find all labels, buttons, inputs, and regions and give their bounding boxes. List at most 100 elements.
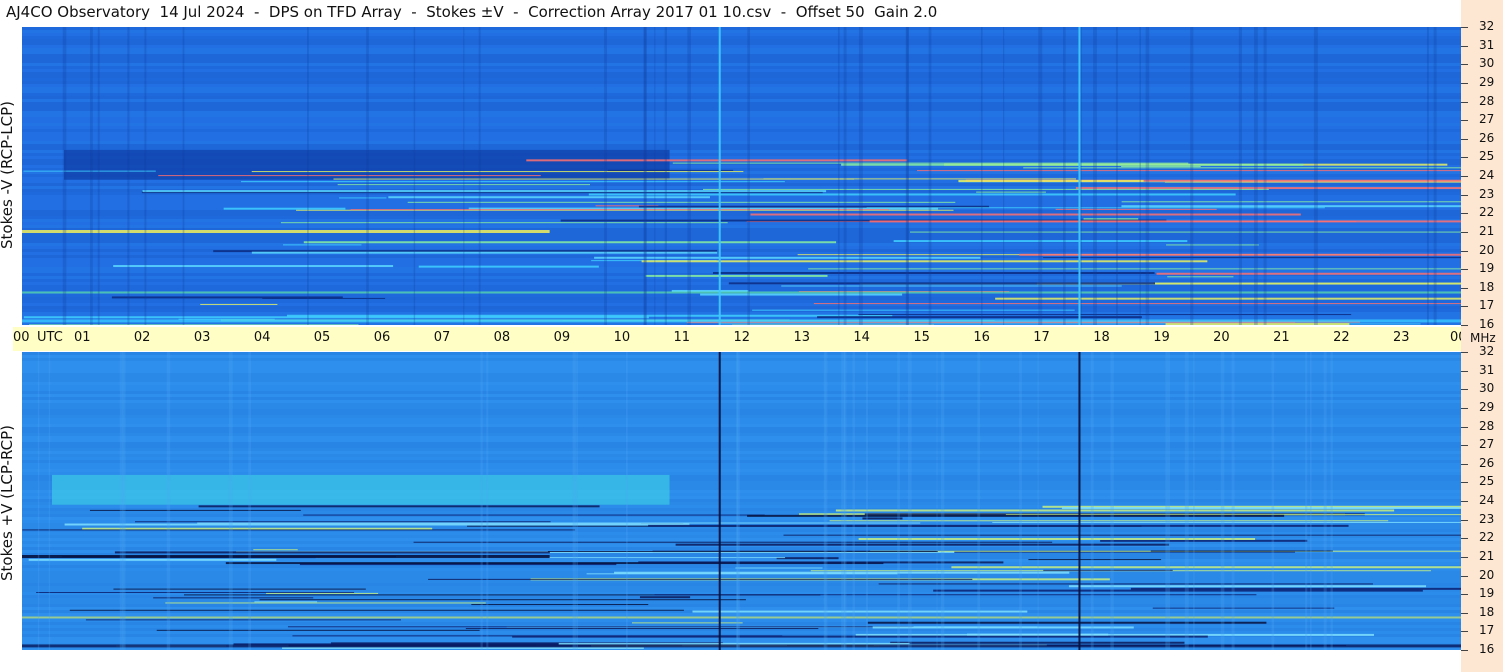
y-tick-label: 19 xyxy=(1479,586,1495,601)
background-row xyxy=(22,102,1461,105)
y-tick-mark xyxy=(1461,352,1468,353)
y-tick-mark xyxy=(1461,101,1468,103)
interference-line xyxy=(841,163,1304,166)
y-tick-label: 22 xyxy=(1479,205,1495,220)
y-tick-mark xyxy=(1461,194,1468,196)
x-tick-label: 04 xyxy=(253,330,271,345)
interference-line xyxy=(728,282,1156,285)
interference-line xyxy=(22,230,550,234)
background-row xyxy=(22,439,1461,442)
background-row xyxy=(22,388,1461,391)
vertical-striation xyxy=(1019,352,1022,650)
background-row xyxy=(22,460,1461,463)
interference-line xyxy=(607,169,734,171)
y-tick-mark xyxy=(1461,538,1468,540)
background-row xyxy=(22,472,1461,475)
interference-line xyxy=(1061,507,1461,510)
x-tick-label: 01 xyxy=(73,330,91,345)
background-row xyxy=(22,120,1461,123)
x-tick-label: 13 xyxy=(793,330,810,345)
interference-line xyxy=(388,196,710,199)
y-tick-label: 23 xyxy=(1479,186,1495,201)
interference-line xyxy=(632,622,743,624)
background-row xyxy=(22,406,1461,409)
background-row xyxy=(22,99,1461,102)
y-tick-mark xyxy=(1461,269,1468,271)
y-tick-label: 21 xyxy=(1479,223,1495,238)
y-tick-mark xyxy=(1461,306,1468,308)
x-tick-label: 03 xyxy=(193,330,211,345)
vertical-striation xyxy=(228,352,233,650)
vertical-striation xyxy=(865,352,869,650)
y-tick-mark xyxy=(1461,445,1468,447)
background-row xyxy=(22,36,1461,39)
background-row xyxy=(22,69,1461,72)
interference-line xyxy=(251,171,744,173)
y-tick-mark xyxy=(1461,120,1468,122)
background-row xyxy=(22,412,1461,415)
interference-line xyxy=(588,193,1236,196)
background-row xyxy=(22,72,1461,75)
y-tick-mark xyxy=(1461,519,1468,521)
y-unit-label: MHz xyxy=(1470,331,1496,345)
interference-line xyxy=(200,303,278,305)
x-tick-label: 15 xyxy=(913,330,930,345)
y-tick-mark xyxy=(1461,27,1468,28)
y-tick-mark xyxy=(1461,575,1468,577)
background-row xyxy=(22,51,1461,54)
vertical-striation xyxy=(486,352,489,650)
y-tick-mark xyxy=(1461,426,1468,428)
interference-line xyxy=(750,213,1301,216)
y-tick-mark xyxy=(1461,482,1468,484)
x-tick-label: 08 xyxy=(493,330,511,345)
y-tick-label: 30 xyxy=(1479,56,1495,71)
x-tick-label: 12 xyxy=(733,330,751,345)
background-row xyxy=(22,436,1461,439)
x-tick-label: 16 xyxy=(973,330,990,345)
vertical-striation xyxy=(48,352,51,650)
interference-line xyxy=(858,537,1256,540)
interference-line xyxy=(1156,272,1461,275)
background-row xyxy=(22,117,1461,120)
x-tick-label: 00 xyxy=(13,330,30,345)
background-row xyxy=(22,415,1461,418)
background-row xyxy=(22,105,1461,108)
y-tick-mark xyxy=(1461,213,1468,215)
interference-line xyxy=(251,251,718,254)
x-tick-label: 05 xyxy=(313,330,331,345)
interference-line xyxy=(700,293,903,296)
interference-line xyxy=(1121,201,1461,203)
y-tick-mark xyxy=(1461,556,1468,558)
vertical-striation xyxy=(182,27,185,325)
vertical-striation xyxy=(366,27,369,325)
y-tick-label: 19 xyxy=(1479,261,1495,276)
y-tick-mark xyxy=(1461,389,1468,391)
interference-line xyxy=(776,557,839,560)
background-row xyxy=(22,397,1461,400)
interference-line xyxy=(747,514,1285,517)
interference-line xyxy=(23,316,649,319)
vertical-striation xyxy=(62,27,67,325)
background-row xyxy=(22,469,1461,472)
vertical-striation xyxy=(166,352,171,650)
vertical-striation xyxy=(1220,352,1225,650)
interference-line xyxy=(22,529,576,531)
background-row xyxy=(22,394,1461,397)
interference-line xyxy=(1068,585,1427,588)
background-row xyxy=(22,27,1461,30)
vertical-marker-line xyxy=(718,352,721,650)
background-row xyxy=(22,222,1461,225)
interference-line xyxy=(858,314,1352,316)
interference-line xyxy=(872,626,1134,629)
background-row xyxy=(22,48,1461,51)
interference-line xyxy=(253,549,298,551)
background-row xyxy=(22,358,1461,361)
x-tick-label: 09 xyxy=(553,330,571,345)
vertical-striation xyxy=(852,352,855,650)
background-row xyxy=(22,237,1461,240)
background-row xyxy=(22,430,1461,433)
vertical-striation xyxy=(1254,27,1258,325)
x-tick-label: 22 xyxy=(1333,330,1350,345)
background-row xyxy=(22,234,1461,237)
interference-line xyxy=(28,558,277,561)
